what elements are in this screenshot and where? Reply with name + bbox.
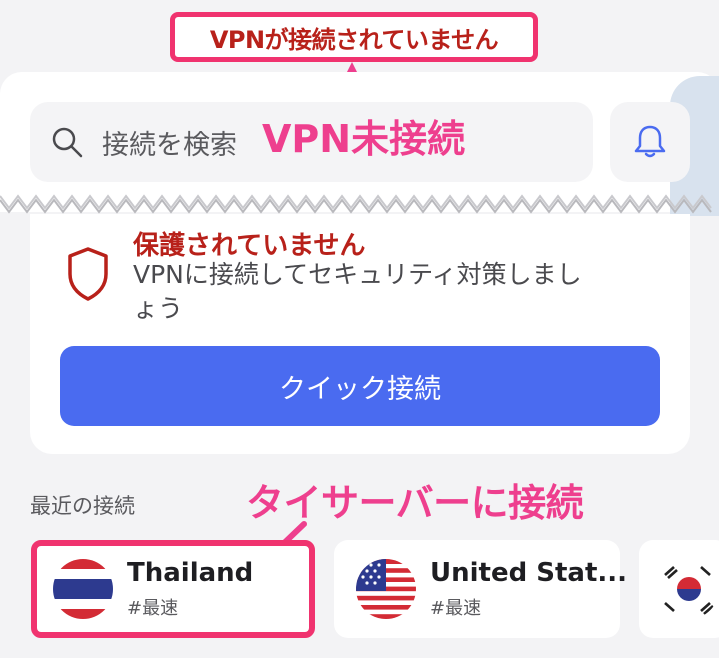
server-tag: #最速 bbox=[127, 598, 179, 619]
vpn-status-annotation: VPN未接続 bbox=[262, 117, 466, 161]
server-tag: #最速 bbox=[430, 598, 482, 619]
bell-icon bbox=[634, 125, 666, 158]
search-input[interactable]: 接続を検索 bbox=[102, 123, 237, 162]
shield-icon bbox=[68, 247, 108, 301]
server-name: Thailand bbox=[127, 558, 254, 588]
quick-connect-button[interactable]: クイック接続 bbox=[60, 346, 660, 426]
server-card-united-states[interactable]: United Stat... #最速 bbox=[334, 540, 628, 638]
banner-text: VPNが接続されていません bbox=[209, 25, 499, 54]
server-name: United Stat... bbox=[430, 558, 628, 588]
status-title: 保護されていません bbox=[133, 231, 366, 261]
server-card-south-korea[interactable] bbox=[639, 540, 719, 638]
status-description: VPNに接続してセキュリティ対策しましょう bbox=[133, 260, 582, 323]
server-card-thailand[interactable]: Thailand #最速 bbox=[31, 540, 315, 638]
south-korea-flag-icon bbox=[659, 559, 719, 619]
search-icon bbox=[52, 127, 83, 158]
recent-connections-label: 最近の接続 bbox=[30, 494, 135, 518]
vpn-not-connected-banner: VPNが接続されていません bbox=[170, 12, 538, 62]
thailand-flag-icon bbox=[53, 559, 113, 619]
quick-connect-label: クイック接続 bbox=[279, 373, 441, 404]
thai-server-annotation: タイサーバーに接続 bbox=[246, 481, 584, 525]
notifications-button[interactable] bbox=[610, 102, 690, 182]
us-flag-icon bbox=[356, 559, 416, 619]
